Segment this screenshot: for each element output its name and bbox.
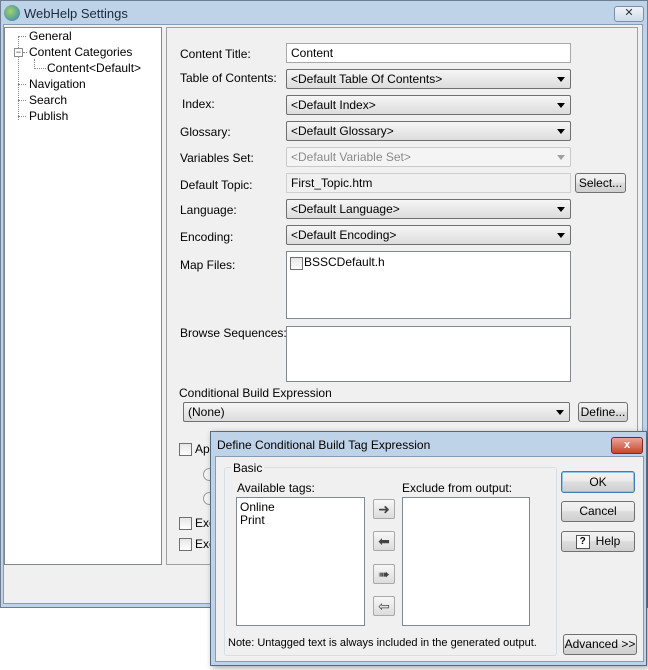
move-all-right-icon[interactable]: ➠ (373, 564, 395, 584)
toc-select-value: <Default Table Of Contents> (291, 72, 443, 86)
default-topic-field: First_Topic.htm (286, 173, 571, 193)
exclude-from-output-label: Exclude from output: (402, 481, 513, 495)
available-tags-list[interactable]: Online Print (236, 497, 365, 626)
dialog-close-button[interactable]: x (611, 437, 643, 454)
tree-connector (34, 68, 46, 69)
content-title-label: Content Title: (180, 47, 251, 61)
tree-connector (18, 84, 26, 85)
encoding-label: Encoding: (180, 230, 234, 244)
tree-item-navigation[interactable]: Navigation (29, 77, 86, 91)
index-select[interactable]: <Default Index> (286, 95, 571, 115)
basic-group-label: Basic (231, 461, 265, 475)
apply-checkbox[interactable] (179, 443, 192, 456)
variables-set-select-value: <Default Variable Set> (291, 150, 411, 164)
glossary-select-value: <Default Glossary> (291, 124, 394, 138)
index-label: Index: (182, 97, 215, 111)
encoding-select[interactable]: <Default Encoding> (286, 225, 571, 245)
tree-connector (23, 52, 27, 53)
map-file-checkbox[interactable] (290, 257, 303, 270)
settings-tree[interactable]: General − Content Categories Content<Def… (4, 27, 162, 565)
glossary-label: Glossary: (180, 125, 231, 139)
language-select[interactable]: <Default Language> (286, 199, 571, 219)
tree-item-content-categories[interactable]: Content Categories (29, 45, 132, 59)
chevron-down-icon (557, 129, 565, 134)
chevron-down-icon (557, 155, 565, 160)
index-select-value: <Default Index> (291, 98, 376, 112)
exclude-checkbox-2[interactable] (179, 538, 192, 551)
window-title: WebHelp Settings (24, 6, 128, 21)
close-button[interactable]: ✕ (614, 6, 644, 22)
move-all-left-icon[interactable]: ⇦ (373, 596, 395, 616)
list-item[interactable]: Online (240, 500, 275, 514)
chevron-down-icon (557, 103, 565, 108)
toc-label: Table of Contents: (180, 71, 277, 85)
tree-connector (18, 100, 26, 101)
browse-sequences-list[interactable] (286, 326, 571, 382)
browse-sequences-label: Browse Sequences: (180, 326, 287, 340)
tree-item-search[interactable]: Search (29, 93, 67, 107)
language-select-value: <Default Language> (291, 202, 400, 216)
available-tags-label: Available tags: (237, 481, 315, 495)
chevron-down-icon (557, 233, 565, 238)
untagged-note: Note: Untagged text is always included i… (228, 637, 537, 649)
collapse-icon[interactable]: − (14, 48, 23, 57)
toc-select[interactable]: <Default Table Of Contents> (286, 69, 571, 89)
default-topic-label: Default Topic: (180, 178, 253, 192)
content-title-input[interactable]: Content (286, 43, 571, 63)
arrow-right-icon[interactable]: ➜ (373, 499, 395, 519)
tree-item-general[interactable]: General (29, 29, 72, 43)
map-files-list[interactable]: BSSCDefault.h (286, 251, 571, 319)
cbe-select-value: (None) (188, 405, 225, 419)
chevron-down-icon (556, 410, 564, 415)
help-button[interactable]: ? Help (561, 531, 635, 552)
language-label: Language: (180, 203, 237, 217)
chevron-down-icon (557, 77, 565, 82)
tree-connector (18, 116, 26, 117)
help-icon: ? (575, 534, 590, 549)
dialog-client-area: Basic Available tags: Online Print ➜ ⬅ ➠… (215, 456, 644, 662)
arrow-left-icon[interactable]: ⬅ (373, 531, 395, 551)
define-button[interactable]: Define... (578, 402, 628, 422)
variables-set-label: Variables Set: (180, 151, 254, 165)
map-file-item: BSSCDefault.h (304, 255, 385, 269)
chevron-down-icon (557, 207, 565, 212)
cbe-label: Conditional Build Expression (179, 386, 332, 400)
tree-item-content-default[interactable]: Content<Default> (47, 61, 141, 75)
variables-set-select: <Default Variable Set> (286, 147, 571, 167)
list-item[interactable]: Print (240, 513, 265, 527)
tree-connector (18, 36, 26, 37)
exclude-checkbox-1[interactable] (179, 517, 192, 530)
help-button-label: Help (595, 534, 621, 548)
define-conditional-build-dialog: Define Conditional Build Tag Expression … (210, 431, 647, 666)
glossary-select[interactable]: <Default Glossary> (286, 121, 571, 141)
cancel-button[interactable]: Cancel (561, 501, 635, 522)
dialog-title: Define Conditional Build Tag Expression (217, 438, 431, 452)
cbe-select[interactable]: (None) (183, 402, 570, 422)
select-button[interactable]: Select... (575, 173, 626, 193)
encoding-select-value: <Default Encoding> (291, 228, 397, 242)
ok-button[interactable]: OK (561, 471, 635, 493)
tree-item-publish[interactable]: Publish (29, 109, 68, 123)
advanced-button[interactable]: Advanced >> (563, 634, 637, 655)
map-files-label: Map Files: (180, 258, 236, 272)
globe-icon (4, 5, 20, 21)
exclude-from-output-list[interactable] (402, 497, 530, 626)
